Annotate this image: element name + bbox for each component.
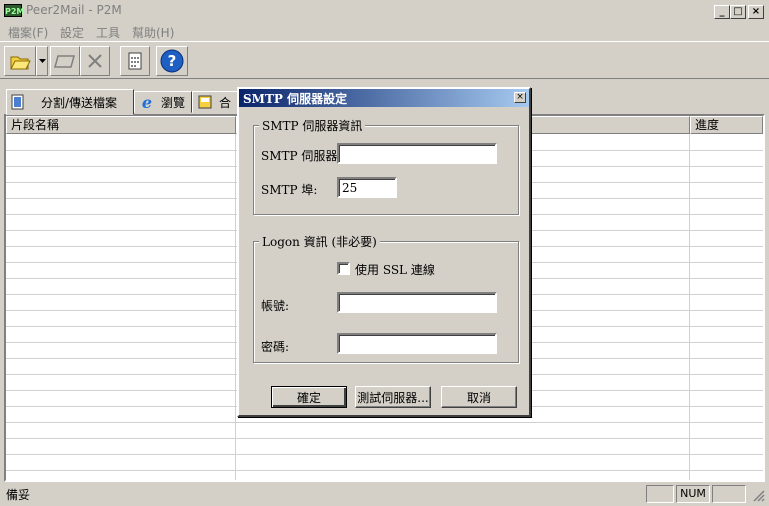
open-dropdown-button[interactable] [36, 46, 48, 76]
row-gridline [6, 422, 763, 423]
smtp-group-legend: SMTP 伺服器資訊 [259, 117, 366, 134]
smtp-port-input[interactable] [337, 177, 397, 198]
svg-text:e: e [142, 94, 152, 110]
menu-settings[interactable]: 設定 [60, 24, 84, 41]
column-divider [235, 134, 236, 480]
menu-bar: 檔案(F) 設定 工具 幫助(H) [0, 22, 769, 41]
status-panel-scroll [712, 485, 746, 503]
status-text: 備妥 [6, 488, 31, 502]
merge-icon [198, 95, 212, 109]
folder-button[interactable] [50, 46, 80, 76]
delete-icon [88, 54, 102, 68]
smtp-group [253, 125, 519, 215]
row-gridline [6, 438, 763, 439]
close-button[interactable]: × [748, 5, 764, 19]
browser-icon: e [142, 94, 152, 110]
resize-grip-icon[interactable] [752, 489, 765, 502]
dropdown-icon [38, 59, 46, 63]
tab-merge-label: 合 [219, 95, 232, 110]
column-header-progress[interactable]: 進度 [690, 116, 763, 134]
open-button[interactable] [4, 46, 36, 76]
app-icon: P2M [4, 4, 24, 17]
ok-button[interactable]: 確定 [271, 386, 347, 408]
tab-split-label: 分割/傳送檔案 [41, 95, 118, 110]
status-bar: 備妥 NUM [0, 483, 769, 506]
minimize-button[interactable]: _ [714, 5, 730, 19]
status-panel-caps [646, 485, 674, 503]
status-panel-num: NUM [676, 485, 710, 503]
dialog-title-bar: SMTP 伺服器設定 × [239, 89, 529, 107]
dialog-close-button[interactable]: × [514, 92, 526, 103]
maximize-button[interactable]: □ [730, 5, 746, 19]
menu-tools[interactable]: 工具 [96, 24, 120, 41]
split-icon [128, 52, 142, 70]
password-label: 密碼: [261, 340, 290, 354]
column-header-name[interactable]: 片段名稱 [6, 116, 236, 134]
dialog-title: SMTP 伺服器設定 [243, 92, 348, 106]
toolbar: ? [0, 41, 769, 79]
test-server-button[interactable]: 測試伺服器... [355, 386, 431, 408]
tab-browse-label: 瀏覽 [161, 95, 186, 110]
account-input[interactable] [337, 292, 497, 313]
smtp-server-label: SMTP 伺服器 [261, 149, 338, 163]
ssl-checkbox[interactable] [337, 262, 350, 275]
tab-merge[interactable]: 合 [192, 91, 238, 113]
smtp-settings-dialog: SMTP 伺服器設定 × SMTP 伺服器資訊 SMTP 伺服器 SMTP 埠:… [237, 87, 531, 417]
open-icon [10, 56, 31, 70]
tab-split[interactable]: 分割/傳送檔案 [6, 89, 134, 115]
document-icon [11, 94, 24, 110]
tab-browse[interactable]: e 瀏覽 [134, 91, 192, 113]
window-title: Peer2Mail - P2M [26, 3, 122, 17]
help-icon: ? [160, 49, 184, 73]
row-gridline [6, 470, 763, 471]
svg-text:?: ? [168, 52, 177, 70]
smtp-port-label: SMTP 埠: [261, 183, 318, 197]
menu-help[interactable]: 幫助(H) [132, 24, 174, 41]
folder-icon [54, 55, 75, 68]
split-button[interactable] [120, 46, 150, 76]
ssl-label: 使用 SSL 連線 [355, 263, 435, 277]
cancel-button[interactable]: 取消 [441, 386, 517, 408]
smtp-server-input[interactable] [337, 143, 497, 164]
delete-button[interactable] [80, 46, 110, 76]
menu-file[interactable]: 檔案(F) [8, 24, 48, 41]
password-input[interactable] [337, 333, 497, 354]
column-divider [689, 134, 690, 480]
logon-group-legend: Logon 資訊 (非必要) [259, 233, 380, 250]
row-gridline [6, 454, 763, 455]
account-label: 帳號: [261, 299, 290, 313]
title-bar: P2M Peer2Mail - P2M _ □ × [0, 0, 769, 22]
help-button[interactable]: ? [156, 46, 188, 76]
